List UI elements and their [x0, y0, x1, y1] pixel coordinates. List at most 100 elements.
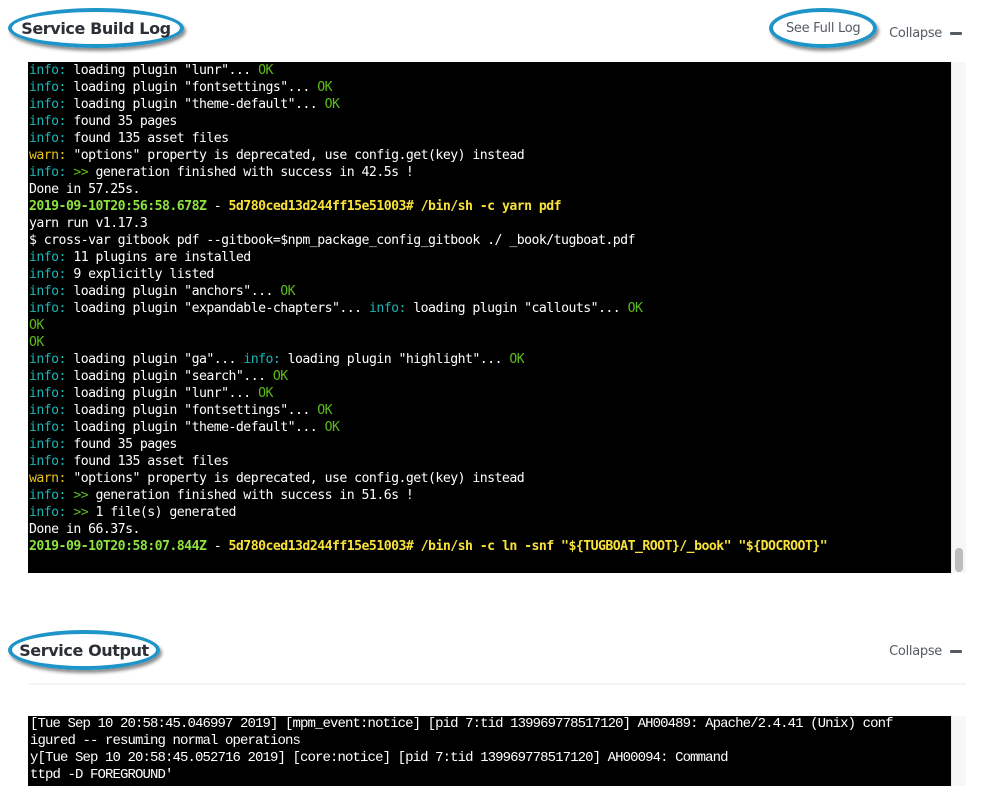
log-ok-segment: OK: [324, 97, 340, 112]
log-line: info: loading plugin "expandable-chapter…: [29, 300, 951, 317]
output-line: [Tue Sep 10 20:58:45.046997 2019] [mpm_e…: [30, 716, 894, 732]
log-text-segment: 9 explicitly listed: [65, 267, 214, 282]
log-text-segment: 1 file(s) generated: [88, 505, 237, 520]
log-line: yarn run v1.17.3: [29, 215, 951, 232]
log-text-segment: loading plugin "theme-default"...: [65, 97, 325, 112]
service-output-title-highlight: Service Output: [8, 630, 160, 670]
log-info-segment: info:: [29, 369, 67, 384]
log-text-segment: found 135 asset files: [65, 454, 229, 469]
log-ok-segment: OK: [627, 301, 643, 316]
log-text-segment: loading plugin "callouts"...: [405, 301, 628, 316]
log-info-segment: info:: [29, 386, 67, 401]
log-info-segment: info:: [29, 352, 67, 367]
build-log-collapse-button[interactable]: Collapse: [889, 26, 962, 41]
log-text-segment: loading plugin "lunr"...: [65, 63, 259, 78]
service-output-scrollbar[interactable]: [951, 716, 966, 786]
output-line: ttpd -D FOREGROUND': [30, 767, 173, 783]
log-line: info: loading plugin "fontsettings"... O…: [29, 402, 951, 419]
log-line: info: loading plugin "anchors"... OK: [29, 283, 951, 300]
log-text-segment: generation finished with success in 51.6…: [88, 488, 414, 503]
log-line: OK: [29, 334, 951, 351]
log-line: Done in 57.25s.: [29, 181, 951, 198]
log-ok-segment: OK: [317, 80, 332, 95]
log-ok-segment: OK: [509, 352, 525, 367]
log-text-segment: Done in 66.37s.: [29, 522, 140, 537]
log-line: info: loading plugin "theme-default"... …: [29, 96, 951, 113]
log-line: 2019-09-10T20:58:07.844Z - 5d780ced13d24…: [29, 538, 951, 555]
service-output-content: [Tue Sep 10 20:58:45.046997 2019] [mpm_e…: [28, 716, 951, 784]
log-text-segment: -: [206, 539, 229, 554]
build-log-title-highlight: Service Build Log: [8, 8, 184, 48]
log-text-segment: loading plugin "fontsettings"...: [65, 80, 318, 95]
log-text-segment: "options" property is deprecated, use co…: [65, 471, 525, 486]
log-text-segment: $ cross-var gitbook pdf --gitbook=$npm_p…: [29, 233, 636, 248]
service-output-collapse-button[interactable]: Collapse: [889, 644, 962, 659]
build-log-terminal[interactable]: info: loading plugin "lunr"... OK info: l…: [28, 62, 951, 573]
log-line: info: found 35 pages: [29, 113, 951, 130]
log-text-segment: loading plugin "ga"...: [65, 352, 244, 367]
log-text-segment: generation finished with success in 42.5…: [88, 165, 414, 180]
log-text-segment: loading plugin "search"...: [65, 369, 273, 384]
build-log-content: info: loading plugin "lunr"... OK info: l…: [28, 62, 951, 555]
log-info-segment: info:: [29, 250, 67, 265]
log-ok-segment: OK: [258, 386, 273, 401]
log-arrow-segment: >>: [73, 505, 89, 520]
log-info-segment: info:: [29, 80, 67, 95]
log-text-segment: loading plugin "highlight"...: [280, 352, 510, 367]
log-text-segment: yarn run v1.17.3: [29, 216, 148, 231]
section-divider: [28, 683, 966, 685]
log-cmd-segment: 5d780ced13d244ff15e51003# /bin/sh -c yar…: [228, 199, 562, 214]
log-line: warn: "options" property is deprecated, …: [29, 147, 951, 164]
service-output-header: Service Output Collapse: [0, 624, 986, 682]
log-info-segment: info:: [29, 403, 67, 418]
collapse-label: Collapse: [889, 644, 942, 659]
log-ts-segment: 2019-09-10T20:58:07.844Z: [29, 539, 207, 554]
build-log-scroll-thumb[interactable]: [955, 548, 963, 572]
log-text-segment: Done in 57.25s.: [29, 182, 140, 197]
log-arrow-segment: >>: [73, 165, 89, 180]
service-output-terminal[interactable]: [Tue Sep 10 20:58:45.046997 2019] [mpm_e…: [28, 716, 951, 786]
log-line: info: found 35 pages: [29, 436, 951, 453]
log-line: info: loading plugin "lunr"... OK: [29, 62, 951, 79]
log-line: info: loading plugin "theme-default"... …: [29, 419, 951, 436]
service-output-actions: Collapse: [889, 644, 962, 659]
log-info-segment: info:: [29, 420, 67, 435]
log-info-segment: info:: [29, 488, 67, 503]
collapse-label: Collapse: [889, 25, 942, 41]
log-text-segment: loading plugin "theme-default"...: [65, 420, 325, 435]
log-info-segment: info:: [29, 437, 67, 452]
log-info-segment: info:: [29, 114, 67, 129]
see-full-log-link[interactable]: See Full Log: [786, 21, 861, 36]
log-arrow-segment: >>: [73, 488, 89, 503]
build-log-actions: See Full Log Collapse: [769, 8, 962, 48]
log-warn-segment: warn:: [29, 148, 67, 163]
log-text-segment: found 35 pages: [65, 114, 177, 129]
log-text-segment: loading plugin "expandable-chapters"...: [65, 301, 369, 316]
output-line: igured -- resuming normal operations: [30, 733, 301, 749]
log-text-segment: loading plugin "lunr"...: [65, 386, 259, 401]
log-info-segment: info:: [29, 301, 67, 316]
log-line: info: 11 plugins are installed: [29, 249, 951, 266]
minus-icon: [950, 650, 962, 653]
log-info-segment: info:: [368, 301, 407, 316]
minus-icon: [950, 31, 962, 35]
log-cmd-segment: 5d780ced13d244ff15e51003# /bin/sh -c ln …: [228, 539, 828, 554]
log-text-segment: loading plugin "fontsettings"...: [65, 403, 318, 418]
log-text-segment: found 135 asset files: [65, 131, 229, 146]
log-info-segment: info:: [29, 165, 67, 180]
log-info-segment: info:: [29, 131, 67, 146]
log-ok-segment: OK: [258, 63, 273, 78]
log-line: info: found 135 asset files: [29, 453, 951, 470]
log-line: info: loading plugin "fontsettings"... O…: [29, 79, 951, 96]
build-log-header: Service Build Log See Full Log Collapse: [0, 0, 986, 58]
log-line: info: loading plugin "search"... OK: [29, 368, 951, 385]
log-warn-segment: warn:: [29, 471, 67, 486]
log-info-segment: info:: [29, 267, 67, 282]
build-log-scrollbar[interactable]: [951, 62, 966, 573]
log-line: OK: [29, 317, 951, 334]
log-text-segment: 11 plugins are installed: [65, 250, 251, 265]
log-line: Done in 66.37s.: [29, 521, 951, 538]
log-line: info: loading plugin "ga"... info: loadi…: [29, 351, 951, 368]
log-text-segment: loading plugin "anchors"...: [65, 284, 281, 299]
log-ok-segment: OK: [317, 403, 332, 418]
